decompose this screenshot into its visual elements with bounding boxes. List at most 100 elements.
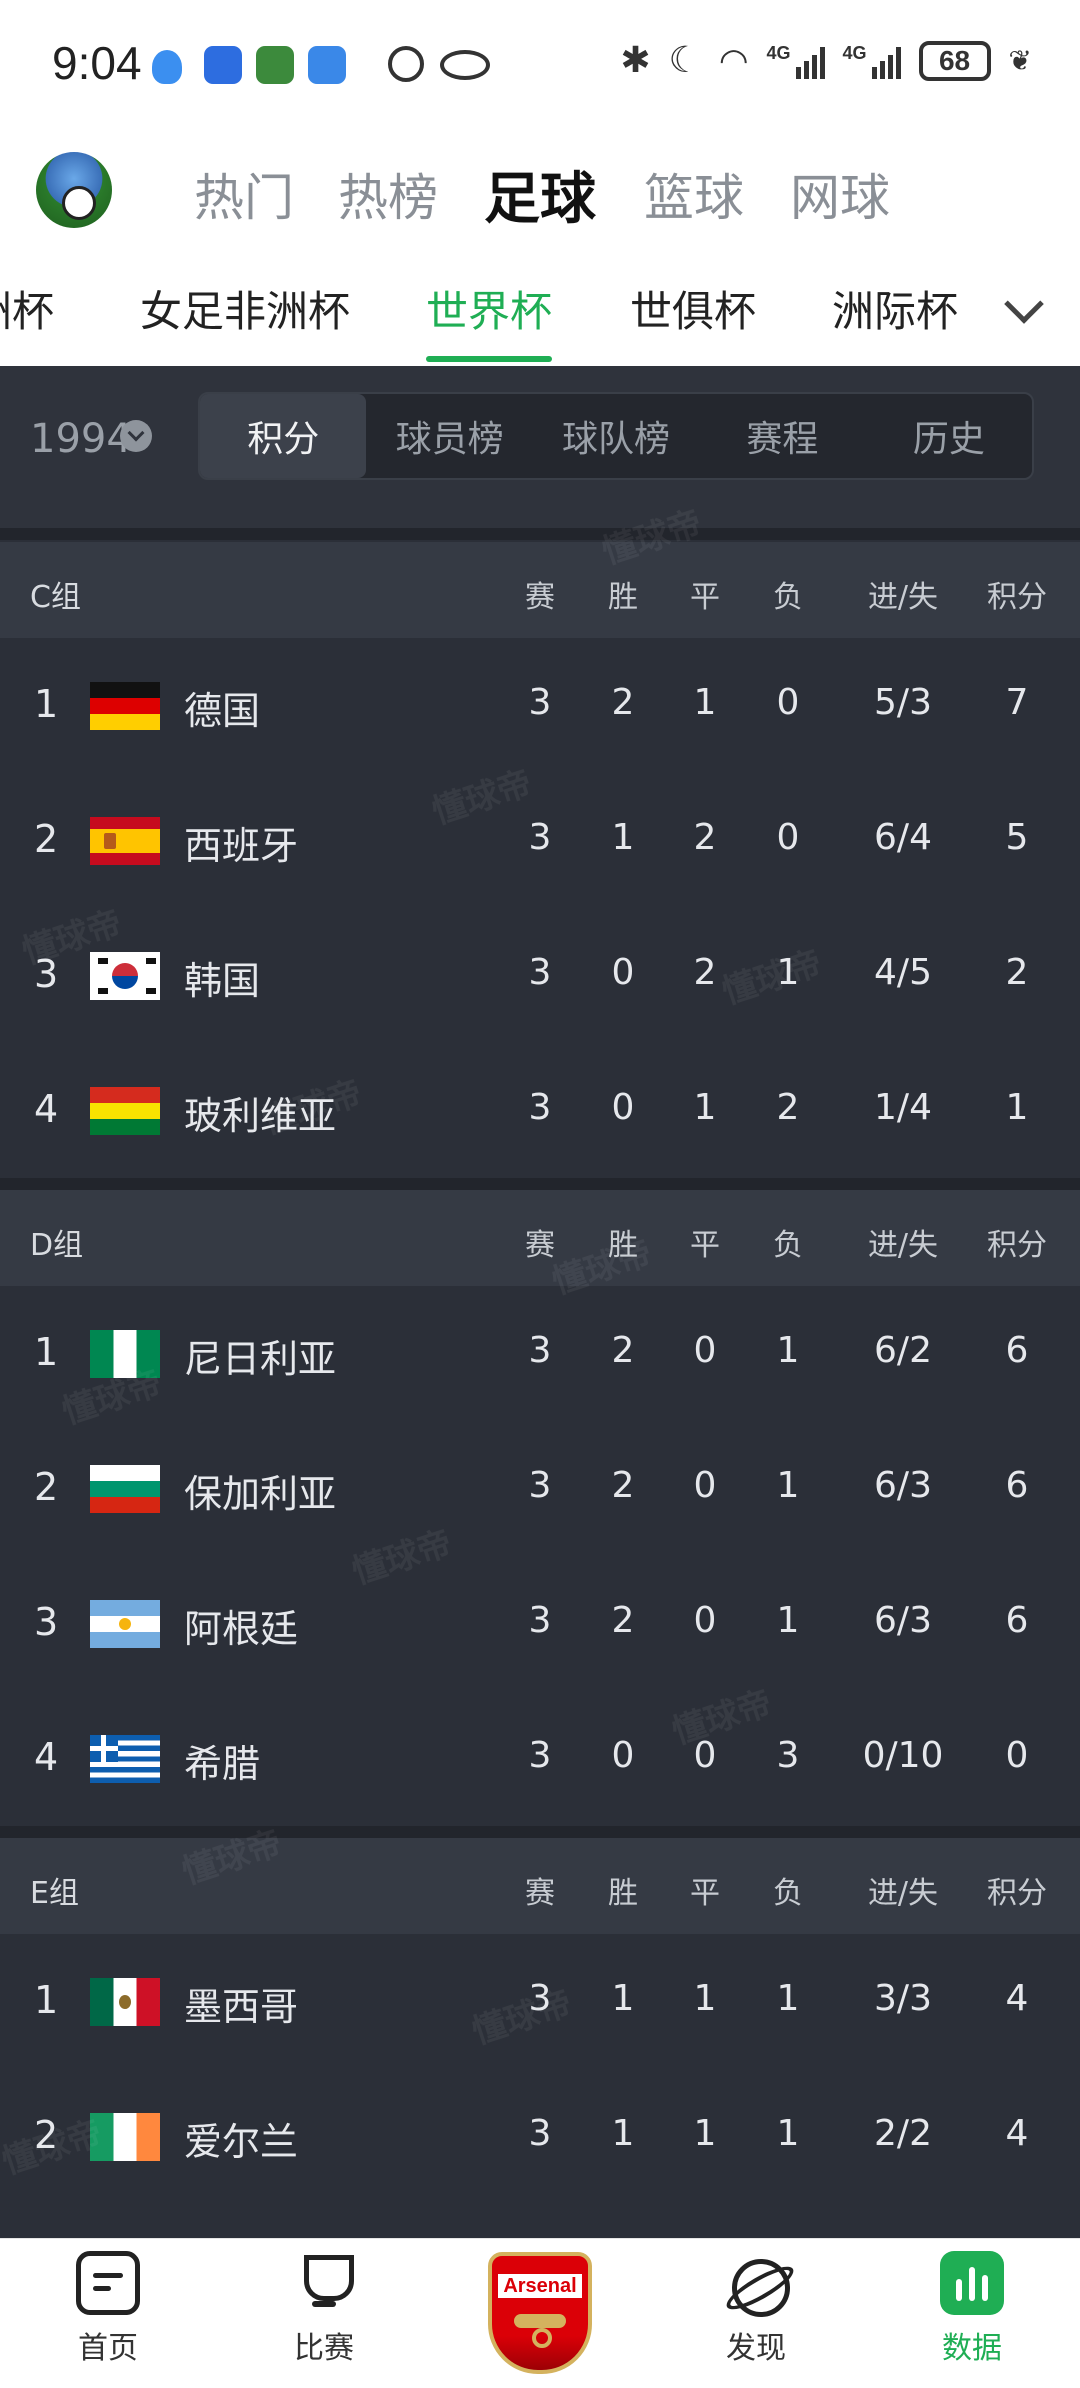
cell-points: 4	[1005, 1978, 1029, 2019]
segment-history[interactable]: 历史	[866, 394, 1032, 478]
team-rank: 1	[34, 682, 59, 726]
group-separator	[0, 1826, 1080, 1838]
group-name: C组	[30, 580, 81, 615]
group-header: D组赛胜平负进/失 积分	[0, 1190, 1080, 1286]
column-header-loss: 负	[773, 580, 803, 615]
arsenal-badge-text: Arsenal	[498, 2274, 582, 2298]
cell-goals: 2/2	[874, 2113, 932, 2154]
table-row[interactable]: 2 西班牙 3 1 2 0 6/4 5	[0, 773, 1080, 908]
cell-loss: 1	[776, 1330, 800, 1371]
tab-football[interactable]: 足球	[484, 154, 596, 235]
team-name: 西班牙	[184, 824, 299, 868]
tab-hot[interactable]: 热门	[194, 158, 294, 230]
table-row[interactable]: 4 希腊 3 0 0 3 0/10 0	[0, 1691, 1080, 1826]
germany-flag-icon	[90, 682, 160, 730]
tab-basketball[interactable]: 篮球	[644, 158, 744, 230]
nav-matches[interactable]: 比赛	[254, 2251, 394, 2367]
eye-icon	[440, 50, 490, 80]
tab-womens-afcon[interactable]: 女足非洲杯	[140, 278, 350, 339]
column-header-win: 胜	[608, 580, 638, 615]
cell-loss: 1	[776, 1978, 800, 2019]
team-name: 阿根廷	[184, 1607, 299, 1651]
nav-discover-label: 发现	[726, 2331, 786, 2366]
tab-hot-list[interactable]: 热榜	[338, 158, 438, 230]
signal-4g-icon-2: 4G	[843, 43, 901, 79]
column-header-points: 积分	[987, 1876, 1047, 1911]
cell-goals: 3/3	[874, 1978, 932, 2019]
cell-goals: 6/2	[874, 1330, 932, 1371]
segment-schedule[interactable]: 赛程	[699, 394, 865, 478]
competition-tabs: 洲杯 女足非洲杯 世界杯 世俱杯 洲际杯	[0, 248, 1080, 366]
cell-points: 1	[1005, 1087, 1029, 1128]
signal-4g-icon: 4G	[767, 43, 825, 79]
team-name: 希腊	[184, 1742, 261, 1786]
team-name: 尼日利亚	[184, 1337, 337, 1381]
bolivia-flag-icon	[90, 1087, 160, 1135]
cell-points: 6	[1005, 1330, 1029, 1371]
cell-goals: 6/3	[874, 1465, 932, 1506]
tab-club-world-cup[interactable]: 世俱杯	[630, 278, 756, 339]
filter-bar: 1994 积分 球员榜 球队榜 赛程 历史	[0, 366, 1080, 528]
cell-loss: 1	[776, 1600, 800, 1641]
segment-team-rank[interactable]: 球队榜	[533, 394, 699, 478]
column-header-goals: 进/失	[867, 580, 939, 615]
table-row[interactable]: 1 德国 3 2 1 0 5/3 7	[0, 638, 1080, 773]
tab-continental-cup[interactable]: 洲杯	[0, 278, 54, 339]
cell-points: 4	[1005, 2113, 1029, 2154]
app-notification-icon-2	[256, 46, 294, 84]
nav-data[interactable]: 数据	[902, 2251, 1042, 2367]
column-header-goals: 进/失	[867, 1876, 939, 1911]
column-header-draw: 平	[690, 1876, 720, 1911]
nav-home[interactable]: 首页	[38, 2251, 178, 2367]
table-row[interactable]: 3 韩国 3 0 2 1 4/5 2	[0, 908, 1080, 1043]
cell-goals: 1/4	[874, 1087, 932, 1128]
team-name: 德国	[184, 689, 261, 733]
tab-world-cup[interactable]: 世界杯	[426, 278, 552, 339]
greece-flag-icon	[90, 1735, 160, 1783]
team-rank: 2	[34, 817, 59, 861]
table-row[interactable]: 3 阿根廷 3 2 0 1 6/3 6	[0, 1556, 1080, 1691]
top-nav: 热门 热榜 足球 篮球 网球	[0, 128, 1080, 248]
team-rank: 1	[34, 1978, 59, 2022]
cell-goals: 4/5	[874, 952, 932, 993]
segment-standings[interactable]: 积分	[200, 394, 367, 478]
cell-points: 2	[1005, 952, 1029, 993]
avatar[interactable]	[36, 152, 112, 228]
group-name: E组	[30, 1876, 79, 1911]
cell-loss: 1	[776, 1465, 800, 1506]
nav-home-label: 首页	[78, 2331, 138, 2366]
status-time: 9:04	[52, 37, 142, 89]
group-name: D组	[30, 1228, 84, 1263]
table-row[interactable]: 2 爱尔兰 3 1 1 1 2/2 4	[0, 2069, 1080, 2204]
segment-player-rank[interactable]: 球员榜	[366, 394, 532, 478]
segment-control: 积分 球员榜 球队榜 赛程 历史	[198, 392, 1034, 480]
app-notification-icon-3	[308, 46, 346, 84]
nav-discover[interactable]: 发现	[686, 2251, 826, 2367]
cell-points: 6	[1005, 1600, 1029, 1641]
season-selector[interactable]: 1994	[30, 416, 132, 462]
group-header: E组 赛 胜 平 负 进/失 积分	[0, 1838, 1080, 1934]
data-chart-icon	[940, 2251, 1004, 2315]
team-name: 保加利亚	[184, 1472, 337, 1516]
column-header-loss: 负	[773, 1228, 803, 1263]
wifi-icon: ◠	[718, 40, 749, 81]
cell-goals: 6/4	[874, 817, 932, 858]
status-bar: 9:04 ✱ ☾ ◠ 4G 4G 68 ❦	[0, 0, 1080, 128]
team-name: 爱尔兰	[184, 2120, 299, 2164]
tab-tennis[interactable]: 网球	[790, 158, 890, 230]
tab-intercontinental-cup[interactable]: 洲际杯	[832, 278, 958, 339]
table-row[interactable]: 4 玻利维亚 3 0 1 2 1/4 1	[0, 1043, 1080, 1178]
team-rank: 1	[34, 1330, 59, 1374]
korea-flag-icon	[90, 952, 160, 1000]
chevron-down-icon[interactable]	[1004, 284, 1044, 324]
column-header-draw: 平	[690, 580, 720, 615]
bulgaria-flag-icon	[90, 1465, 160, 1513]
arsenal-crest-icon[interactable]: Arsenal	[488, 2252, 592, 2374]
team-name: 韩国	[184, 959, 261, 1003]
battery-icon: 68	[918, 40, 991, 81]
table-row[interactable]: 2 保加利亚 3 2 0 1 6/3 6	[0, 1421, 1080, 1556]
group-separator	[0, 1178, 1080, 1190]
chevron-down-icon[interactable]	[120, 420, 152, 452]
cell-goals: 6/3	[874, 1600, 932, 1641]
team-rank: 4	[34, 1735, 59, 1779]
